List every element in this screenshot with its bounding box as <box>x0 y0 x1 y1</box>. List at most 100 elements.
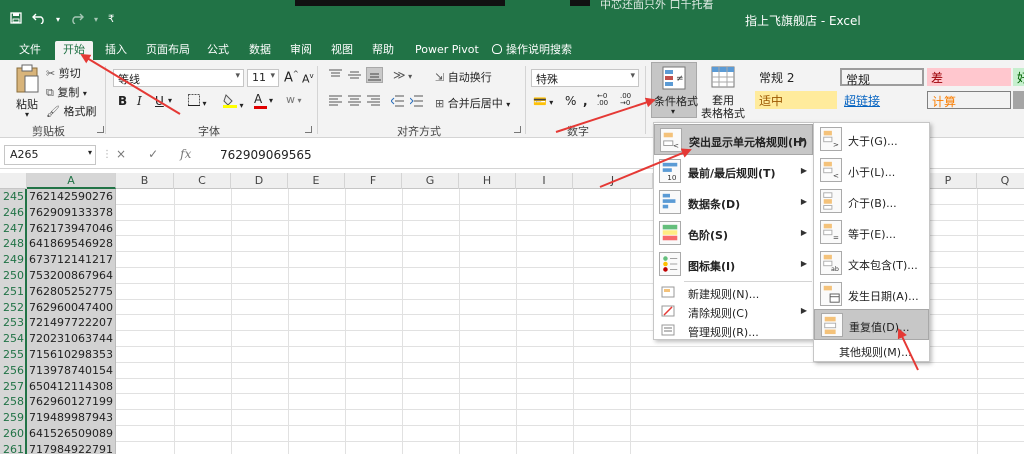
row-header[interactable]: 249 <box>0 252 27 268</box>
submenu-between[interactable]: 介于(B)... <box>814 186 929 217</box>
select-all-corner[interactable] <box>0 173 27 189</box>
increase-decimal-button[interactable]: ←0.00 <box>597 93 608 107</box>
row-header[interactable]: 245 <box>0 189 27 205</box>
cell-a[interactable]: 715610298353 <box>27 346 116 363</box>
column-header[interactable]: Q <box>977 173 1024 189</box>
column-header[interactable]: B <box>116 173 174 189</box>
format-painter-button[interactable]: 🖌 格式刷 <box>46 103 96 119</box>
menu-color-scales[interactable]: 色阶(S) ▶ <box>654 218 813 249</box>
insert-function-icon[interactable]: fx <box>180 147 191 161</box>
style-neutral[interactable]: 适中 <box>755 91 837 109</box>
tell-me-search[interactable]: 操作说明搜索 <box>484 41 580 60</box>
style-normal[interactable]: 常规 <box>840 68 924 87</box>
row-header[interactable]: 261 <box>0 441 27 454</box>
cell-a[interactable]: 641869546928 <box>27 236 116 253</box>
undo-dropdown-icon[interactable]: ▾ <box>56 15 60 24</box>
submenu-equal-to[interactable]: = 等于(E)... <box>814 217 929 248</box>
decrease-font-button[interactable]: Av <box>302 72 314 86</box>
menu-manage-rules[interactable]: 管理规则(R)... <box>654 321 813 339</box>
percent-button[interactable]: % <box>565 94 576 108</box>
conditional-formatting-button[interactable]: ≠ 条件格式 ▾ <box>651 62 698 118</box>
align-left-button[interactable] <box>329 95 342 110</box>
cancel-icon[interactable]: × <box>116 147 126 161</box>
row-header[interactable]: 252 <box>0 299 27 316</box>
borders-button[interactable]: ▾ <box>188 94 207 109</box>
font-size-select[interactable]: 11 ▾ <box>247 69 279 87</box>
submenu-text-contains[interactable]: ab 文本包含(T)... <box>814 248 929 279</box>
row-header[interactable]: 248 <box>0 236 27 253</box>
submenu-more-rules[interactable]: 其他规则(M)... <box>839 344 912 360</box>
cell-a[interactable]: 762142590276 <box>27 189 116 205</box>
tab-view[interactable]: 视图 <box>323 41 361 60</box>
cell-a[interactable]: 721497722207 <box>27 315 116 332</box>
cell-a[interactable]: 762805252775 <box>27 283 116 300</box>
tab-power-pivot[interactable]: Power Pivot <box>407 41 487 60</box>
style-normal-2[interactable]: 常规 2 <box>755 68 837 86</box>
align-middle-button[interactable] <box>348 69 361 84</box>
orientation-button[interactable]: ≫ ▾ <box>393 68 412 82</box>
row-header[interactable]: 258 <box>0 394 27 411</box>
style-check-cell[interactable] <box>1013 91 1024 109</box>
column-header[interactable]: C <box>174 173 231 189</box>
enter-icon[interactable]: ✓ <box>148 147 158 161</box>
cell-a[interactable]: 762960127199 <box>27 394 116 411</box>
row-header[interactable]: 253 <box>0 315 27 332</box>
cell-a[interactable]: 717984922791 <box>27 441 116 454</box>
increase-font-button[interactable]: A^ <box>284 70 299 85</box>
row-header[interactable]: 254 <box>0 331 27 347</box>
column-header[interactable]: F <box>345 173 402 189</box>
tab-review[interactable]: 审阅 <box>282 41 320 60</box>
cell-a[interactable]: 673712141217 <box>27 252 116 268</box>
row-header[interactable]: 256 <box>0 362 27 379</box>
menu-new-rule[interactable]: 新建规则(N)... <box>654 283 813 301</box>
row-header[interactable]: 247 <box>0 220 27 237</box>
alignment-launcher-icon[interactable] <box>514 126 521 133</box>
cell-a[interactable]: 762909133378 <box>27 204 116 221</box>
save-icon[interactable] <box>10 12 22 27</box>
style-good[interactable]: 好 <box>1013 68 1024 86</box>
tab-page-layout[interactable]: 页面布局 <box>138 41 198 60</box>
paste-button[interactable]: 粘贴 ▾ <box>14 64 44 119</box>
menu-clear-rules[interactable]: 清除规则(C) ▶ <box>654 302 813 320</box>
column-header[interactable]: J <box>573 173 653 189</box>
underline-dropdown-icon[interactable]: ▾ <box>168 96 172 105</box>
bold-button[interactable]: B <box>118 94 127 108</box>
row-header[interactable]: 255 <box>0 346 27 363</box>
redo-icon[interactable] <box>70 12 85 27</box>
font-color-dropdown-icon[interactable]: ▾ <box>269 96 273 105</box>
column-header[interactable]: D <box>231 173 288 189</box>
tab-insert[interactable]: 插入 <box>97 41 135 60</box>
comma-style-button[interactable]: , <box>583 94 588 108</box>
cell-a[interactable]: 641526509089 <box>27 425 116 442</box>
row-header[interactable]: 260 <box>0 425 27 442</box>
undo-icon[interactable] <box>32 12 46 27</box>
column-header[interactable]: A <box>27 173 116 189</box>
format-as-table-button[interactable]: 套用 表格格式 <box>699 64 747 120</box>
menu-data-bars[interactable]: 数据条(D) ▶ <box>654 187 813 218</box>
row-header[interactable]: 257 <box>0 378 27 395</box>
column-header[interactable]: E <box>288 173 345 189</box>
merge-center-button[interactable]: ⊞ 合并后居中 ▾ <box>435 95 510 111</box>
submenu-date-occurring[interactable]: 发生日期(A)... <box>814 279 929 310</box>
submenu-greater-than[interactable]: > 大于(G)... <box>814 124 929 155</box>
italic-button[interactable]: I <box>137 94 142 108</box>
menu-highlight-cells-rules[interactable]: < 突出显示单元格规则(H) ▶ <box>654 124 813 155</box>
align-bottom-button[interactable] <box>366 67 383 83</box>
number-format-select[interactable]: 特殊 ▾ <box>531 69 639 87</box>
underline-button[interactable]: U <box>155 94 164 108</box>
tab-formulas[interactable]: 公式 <box>199 41 237 60</box>
decrease-decimal-button[interactable]: .00 →0 <box>620 93 631 107</box>
tab-help[interactable]: 帮助 <box>364 41 402 60</box>
column-header[interactable]: G <box>402 173 459 189</box>
tab-home[interactable]: 开始 <box>55 41 93 60</box>
cell-a[interactable]: 719489987943 <box>27 410 116 426</box>
font-launcher-icon[interactable] <box>305 126 312 133</box>
cell-a[interactable]: 650412114308 <box>27 378 116 395</box>
tab-file[interactable]: 文件 <box>11 41 49 60</box>
menu-top-bottom-rules[interactable]: 10 最前/最后规则(T) ▶ <box>654 156 813 187</box>
name-box[interactable]: A265 ▾ <box>4 145 96 165</box>
accounting-format-button[interactable]: 💳 ▾ <box>533 95 553 108</box>
row-header[interactable]: 246 <box>0 204 27 221</box>
cut-button[interactable]: ✂ 剪切 <box>46 65 81 81</box>
increase-indent-button[interactable] <box>409 95 423 110</box>
